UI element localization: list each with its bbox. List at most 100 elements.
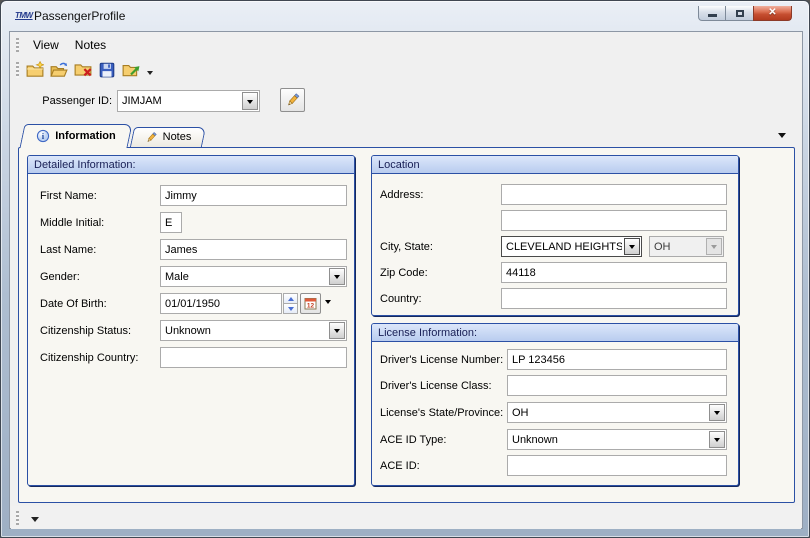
city-state-label: City, State: (380, 241, 501, 253)
pencil-icon (285, 92, 301, 108)
bottom-toolbar (11, 506, 801, 529)
state-value: OH (654, 237, 704, 256)
address-line1-input[interactable] (501, 184, 727, 205)
license-state-label: License's State/Province: (380, 407, 507, 419)
window-title: PassengerProfile (34, 9, 125, 23)
date-spinner[interactable] (283, 293, 298, 314)
minimize-button[interactable] (698, 6, 726, 21)
delete-button[interactable] (71, 58, 95, 82)
ace-id-type-value: Unknown (512, 430, 707, 449)
spin-up-icon[interactable] (283, 293, 298, 304)
license-class-input[interactable] (507, 375, 727, 396)
date-of-birth-label: Date Of Birth: (40, 298, 160, 310)
ace-id-type-combo[interactable]: Unknown (507, 429, 727, 450)
tab-notes-label: Notes (163, 131, 192, 143)
citizenship-status-label: Citizenship Status: (40, 325, 160, 337)
last-name-label: Last Name: (40, 244, 160, 256)
license-state-value: OH (512, 403, 707, 422)
citizenship-country-label: Citizenship Country: (40, 352, 160, 364)
location-group: Location Address: City, State: CLEVELAND… (371, 155, 739, 316)
detailed-information-header: Detailed Information: (28, 156, 354, 174)
ace-id-type-dropdown-icon[interactable] (709, 431, 725, 448)
license-number-input[interactable] (507, 349, 727, 370)
menu-notes[interactable]: Notes (67, 35, 114, 55)
date-of-birth-input[interactable] (160, 293, 282, 314)
passenger-id-combo[interactable]: JIMJAM (117, 90, 260, 112)
gender-combo[interactable]: Male (160, 266, 347, 287)
menu-view[interactable]: View (25, 35, 67, 55)
spin-down-icon[interactable] (283, 304, 298, 314)
close-icon: ✕ (768, 8, 776, 18)
tmw-logo-icon: TMW (15, 11, 33, 20)
toolbar (11, 57, 801, 83)
tab-information-label: Information (55, 130, 116, 142)
passenger-id-value: JIMJAM (122, 91, 240, 111)
license-information-group: License Information: Driver's License Nu… (371, 323, 739, 486)
open-button[interactable] (47, 58, 71, 82)
close-button[interactable]: ✕ (753, 6, 792, 21)
tab-information[interactable]: i Information (22, 124, 130, 148)
zip-code-label: Zip Code: (380, 267, 501, 279)
citizenship-status-value: Unknown (165, 321, 327, 340)
tab-notes[interactable]: Notes (132, 127, 204, 147)
city-dropdown-icon[interactable] (624, 238, 640, 255)
new-button[interactable] (23, 58, 47, 82)
detailed-information-group: Detailed Information: First Name: Middle… (27, 155, 355, 486)
location-header: Location (372, 156, 738, 174)
export-button[interactable] (119, 58, 143, 82)
state-combo: OH (649, 236, 724, 257)
last-name-input[interactable] (160, 239, 347, 260)
save-icon (98, 61, 116, 79)
middle-initial-label: Middle Initial: (40, 217, 160, 229)
bottom-dropdown-icon[interactable] (31, 517, 39, 526)
first-name-input[interactable] (160, 185, 347, 206)
new-folder-icon (26, 61, 44, 79)
save-button[interactable] (95, 58, 119, 82)
first-name-label: First Name: (40, 190, 160, 202)
ace-id-label: ACE ID: (380, 460, 507, 472)
passenger-id-label: Passenger ID: (34, 95, 112, 107)
citizenship-status-dropdown-icon[interactable] (329, 322, 345, 339)
ace-id-type-label: ACE ID Type: (380, 434, 507, 446)
bottom-grip[interactable] (16, 511, 19, 525)
maximize-icon (736, 10, 744, 17)
license-class-label: Driver's License Class: (380, 380, 507, 392)
information-tab-page: Detailed Information: First Name: Middle… (18, 147, 795, 503)
edit-passenger-button[interactable] (280, 88, 305, 112)
ace-id-input[interactable] (507, 455, 727, 476)
toolbar-overflow-icon[interactable] (147, 71, 153, 78)
license-state-dropdown-icon[interactable] (709, 404, 725, 421)
city-value: CLEVELAND HEIGHTS, (506, 237, 622, 256)
maximize-button[interactable] (726, 6, 753, 21)
license-information-header: License Information: (372, 324, 738, 342)
address-line2-input[interactable] (501, 210, 727, 231)
calendar-dropdown-icon[interactable] (325, 300, 331, 307)
country-input[interactable] (501, 288, 727, 309)
city-combo[interactable]: CLEVELAND HEIGHTS, (501, 236, 642, 257)
export-folder-icon (122, 61, 140, 79)
state-dropdown-icon (706, 238, 722, 255)
menu-grip[interactable] (16, 38, 19, 52)
delete-folder-icon (74, 61, 92, 79)
gender-value: Male (165, 267, 327, 286)
open-folder-icon (50, 61, 68, 79)
calendar-button[interactable]: 12 (300, 293, 321, 314)
citizenship-country-input[interactable] (160, 347, 347, 368)
calendar-icon: 12 (304, 297, 317, 310)
toolbar-grip[interactable] (16, 62, 19, 78)
pencil-icon (145, 131, 158, 144)
gender-dropdown-icon[interactable] (329, 268, 345, 285)
passenger-id-dropdown-icon[interactable] (242, 92, 258, 110)
app-window: TMW PassengerProfile ✕ View Notes (0, 0, 810, 538)
tabstrip-overflow-icon[interactable] (778, 133, 786, 142)
license-state-combo[interactable]: OH (507, 402, 727, 423)
citizenship-status-combo[interactable]: Unknown (160, 320, 347, 341)
title-bar[interactable]: TMW PassengerProfile ✕ (1, 1, 809, 31)
zip-code-input[interactable] (501, 262, 727, 283)
address-label: Address: (380, 189, 501, 201)
middle-initial-input[interactable] (160, 212, 182, 233)
client-area: View Notes (9, 31, 803, 529)
svg-text:12: 12 (307, 303, 315, 310)
country-label: Country: (380, 293, 501, 305)
menu-bar: View Notes (11, 34, 801, 56)
